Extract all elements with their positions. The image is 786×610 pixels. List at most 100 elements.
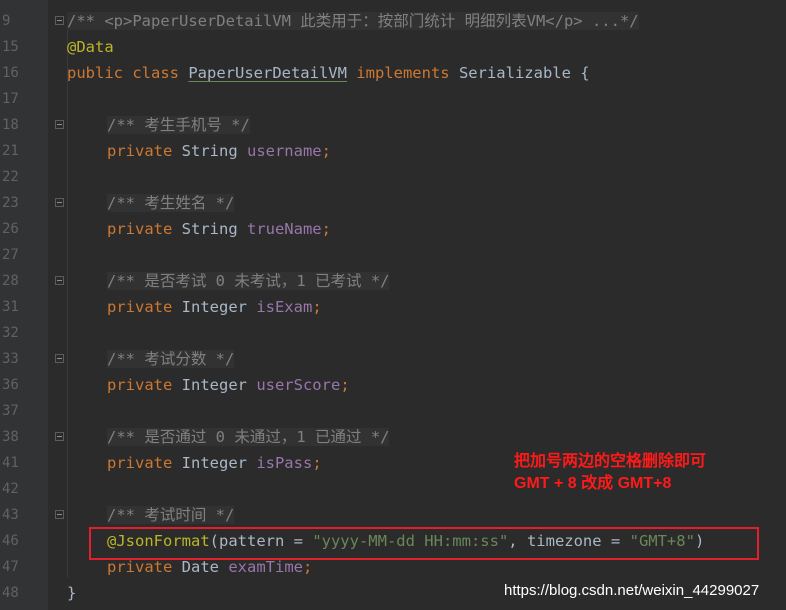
code-token: examTime bbox=[228, 558, 303, 576]
code-line[interactable]: 17 bbox=[0, 86, 786, 112]
line-number: 21 bbox=[2, 143, 19, 159]
code-token: ; bbox=[312, 454, 322, 472]
code-token: ; bbox=[312, 298, 322, 316]
code-text: private String trueName; bbox=[67, 216, 331, 242]
code-line[interactable]: 28 /** 是否考试 0 未考试，1 已考试 */ bbox=[0, 268, 786, 294]
fold-toggle-icon[interactable] bbox=[55, 16, 64, 25]
code-token: /** 考试时间 */ bbox=[107, 506, 235, 524]
code-text: /** 是否通过 0 未通过，1 已通过 */ bbox=[67, 424, 390, 450]
code-token: /** 考生手机号 */ bbox=[107, 116, 250, 134]
code-token: /** 考试分数 */ bbox=[107, 350, 235, 368]
code-token: /** 考生姓名 */ bbox=[107, 194, 235, 212]
line-number: 18 bbox=[2, 117, 19, 133]
code-token: username bbox=[246, 142, 322, 160]
code-token: PaperUserDetailVM bbox=[188, 64, 347, 82]
code-token: public class bbox=[67, 64, 189, 82]
line-number: 42 bbox=[2, 481, 19, 497]
line-number: 28 bbox=[2, 273, 19, 289]
code-token: ; bbox=[321, 220, 331, 238]
watermark: https://blog.csdn.net/weixin_44299027 bbox=[504, 582, 760, 599]
code-token: private bbox=[107, 558, 182, 576]
line-number: 31 bbox=[2, 299, 19, 315]
code-token: Integer bbox=[181, 376, 257, 394]
code-token: ; bbox=[340, 376, 350, 394]
code-token: /** 是否考试 0 未考试，1 已考试 */ bbox=[107, 272, 390, 290]
code-text: /** 考生姓名 */ bbox=[67, 190, 235, 216]
code-token: ; bbox=[302, 558, 313, 576]
code-line[interactable]: 37 bbox=[0, 398, 786, 424]
code-text: @Data bbox=[67, 34, 114, 60]
annotation-line-2: GMT + 8 改成 GMT+8 bbox=[514, 475, 672, 492]
fold-toggle-icon[interactable] bbox=[55, 198, 64, 207]
annotation-note: 把加号两边的空格删除即可 GMT + 8 改成 GMT+8 bbox=[514, 451, 706, 495]
code-token: Date bbox=[181, 558, 229, 576]
code-token: } bbox=[67, 584, 77, 602]
code-token: userScore bbox=[256, 376, 341, 394]
code-text: private Integer userScore; bbox=[67, 372, 350, 398]
code-token: String bbox=[181, 142, 247, 160]
line-number: 26 bbox=[2, 221, 19, 237]
fold-toggle-icon[interactable] bbox=[55, 432, 64, 441]
code-token: Serializable { bbox=[458, 64, 590, 82]
code-line[interactable]: 36 private Integer userScore; bbox=[0, 372, 786, 398]
code-token: /** 是否通过 0 未通过，1 已通过 */ bbox=[107, 428, 390, 446]
fold-toggle-icon[interactable] bbox=[55, 354, 64, 363]
line-number: 43 bbox=[2, 507, 19, 523]
code-text: private String username; bbox=[67, 138, 331, 164]
line-number: 48 bbox=[2, 585, 19, 601]
code-line[interactable]: 23 /** 考生姓名 */ bbox=[0, 190, 786, 216]
code-text: /** 考试分数 */ bbox=[67, 346, 235, 372]
line-number: 16 bbox=[2, 65, 19, 81]
line-number: 47 bbox=[2, 559, 19, 575]
code-text: private Integer isPass; bbox=[67, 450, 322, 476]
highlight-box bbox=[89, 527, 759, 560]
line-number: 22 bbox=[2, 169, 19, 185]
line-number: 36 bbox=[2, 377, 19, 393]
code-line[interactable]: 31 private Integer isExam; bbox=[0, 294, 786, 320]
line-number: 32 bbox=[2, 325, 19, 341]
code-editor[interactable]: 9 /** <p>PaperUserDetailVM 此类用于：按部门统计 明细列… bbox=[0, 0, 786, 610]
fold-toggle-icon[interactable] bbox=[55, 510, 64, 519]
code-token: private bbox=[107, 220, 182, 238]
code-line[interactable]: 15 @Data bbox=[0, 34, 786, 60]
code-token: isExam bbox=[256, 298, 313, 316]
code-token: Integer bbox=[181, 454, 257, 472]
line-number: 33 bbox=[2, 351, 19, 367]
code-text: public class PaperUserDetailVM implement… bbox=[67, 60, 590, 86]
code-line[interactable]: 33 /** 考试分数 */ bbox=[0, 346, 786, 372]
code-line[interactable]: 38 /** 是否通过 0 未通过，1 已通过 */ bbox=[0, 424, 786, 450]
annotation-line-1: 把加号两边的空格删除即可 bbox=[514, 453, 707, 470]
line-number: 15 bbox=[2, 39, 19, 55]
code-line[interactable]: 43 /** 考试时间 */ bbox=[0, 502, 786, 528]
code-token: private bbox=[107, 376, 182, 394]
line-number: 9 bbox=[2, 13, 11, 29]
code-line[interactable]: 18 /** 考生手机号 */ bbox=[0, 112, 786, 138]
code-line[interactable]: 16 public class PaperUserDetailVM impleme… bbox=[0, 60, 786, 86]
line-number: 38 bbox=[2, 429, 19, 445]
code-line[interactable]: 26 private String trueName; bbox=[0, 216, 786, 242]
line-number: 41 bbox=[2, 455, 19, 471]
code-line[interactable]: 22 bbox=[0, 164, 786, 190]
code-text: /** 考试时间 */ bbox=[67, 502, 235, 528]
code-line[interactable]: 27 bbox=[0, 242, 786, 268]
code-text: /** 是否考试 0 未考试，1 已考试 */ bbox=[67, 268, 390, 294]
code-token: isPass bbox=[256, 454, 313, 472]
code-text: } bbox=[67, 580, 76, 606]
line-number: 17 bbox=[2, 91, 19, 107]
code-text: /** 考生手机号 */ bbox=[67, 112, 250, 138]
code-line[interactable]: 21 private String username; bbox=[0, 138, 786, 164]
code-text: private Integer isExam; bbox=[67, 294, 322, 320]
line-number: 23 bbox=[2, 195, 19, 211]
code-line[interactable]: 32 bbox=[0, 320, 786, 346]
code-token: private bbox=[107, 298, 182, 316]
code-token: /** <p>PaperUserDetailVM 此类用于：按部门统计 明细列表… bbox=[67, 12, 639, 30]
code-token: Integer bbox=[181, 298, 257, 316]
code-line[interactable]: 9 /** <p>PaperUserDetailVM 此类用于：按部门统计 明细列… bbox=[0, 8, 786, 34]
fold-toggle-icon[interactable] bbox=[55, 120, 64, 129]
line-number: 27 bbox=[2, 247, 19, 263]
code-token: private bbox=[107, 454, 182, 472]
code-token: trueName bbox=[246, 220, 322, 238]
code-token: @Data bbox=[67, 38, 114, 56]
line-number: 46 bbox=[2, 533, 19, 549]
fold-toggle-icon[interactable] bbox=[55, 276, 64, 285]
